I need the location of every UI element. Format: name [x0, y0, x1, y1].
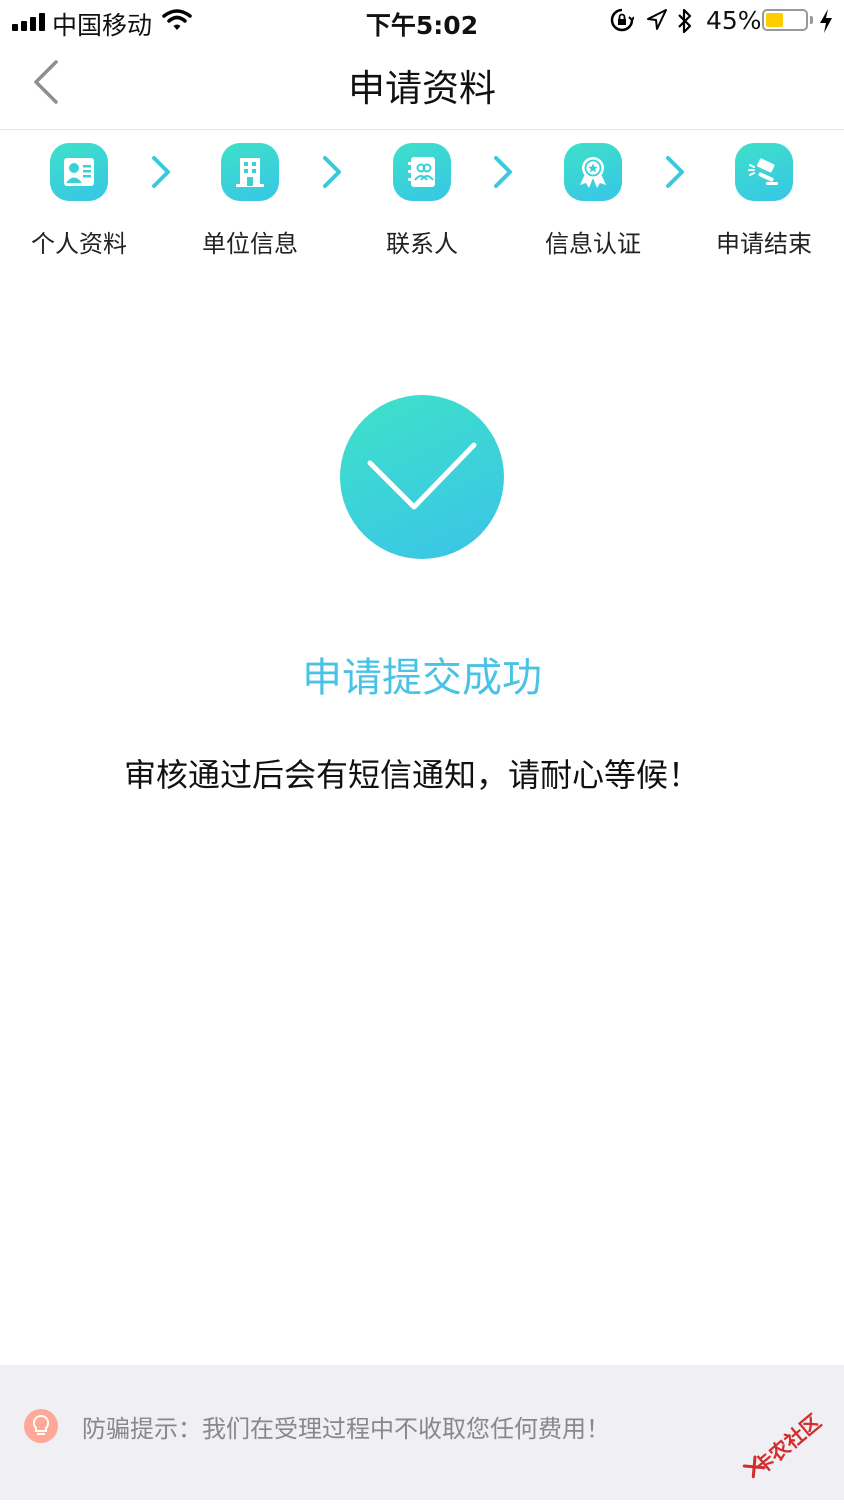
anti-fraud-tip: 防骗提示：我们在受理过程中不收取您任何费用！ — [82, 1415, 610, 1443]
step-label: 申请结束 — [716, 230, 812, 258]
success-title: 申请提交成功 — [302, 655, 542, 701]
page-title: 申请资料 — [348, 67, 496, 110]
step-personal-info[interactable]: 个人资料 — [0, 140, 165, 259]
gavel-icon — [735, 143, 793, 201]
status-bar: 中国移动 下午5:02 45% — [0, 0, 844, 44]
id-card-icon — [50, 143, 108, 201]
step-employer-info[interactable]: 单位信息 — [164, 140, 336, 259]
step-contacts[interactable]: 联系人 — [336, 140, 508, 259]
success-message: 审核通过后会有短信通知，请耐心等候！ — [123, 756, 700, 794]
step-verification[interactable]: 信息认证 — [507, 140, 679, 259]
contacts-book-icon — [393, 143, 451, 201]
step-label: 个人资料 — [31, 230, 127, 258]
step-label: 单位信息 — [202, 230, 298, 258]
charging-icon — [820, 9, 832, 33]
orientation-lock-icon — [610, 8, 634, 32]
step-label: 联系人 — [386, 230, 458, 258]
building-icon — [221, 143, 279, 201]
lightbulb-icon — [24, 1409, 58, 1443]
battery-percent: 45% — [706, 6, 762, 35]
progress-steps: 个人资料 单位信息 联系人 信息认证 申请结束 — [0, 140, 844, 270]
battery-cap — [810, 16, 813, 24]
location-icon — [647, 9, 667, 30]
footer-tip-bar: 防骗提示：我们在受理过程中不收取您任何费用！ — [0, 1365, 844, 1500]
checkmark-icon — [367, 442, 477, 510]
success-icon — [340, 395, 504, 559]
nav-bar: 申请资料 — [0, 44, 844, 130]
step-label: 信息认证 — [545, 230, 641, 258]
bluetooth-icon — [678, 8, 692, 34]
award-badge-icon — [564, 143, 622, 201]
battery-icon — [762, 9, 808, 31]
step-complete[interactable]: 申请结束 — [678, 140, 844, 259]
